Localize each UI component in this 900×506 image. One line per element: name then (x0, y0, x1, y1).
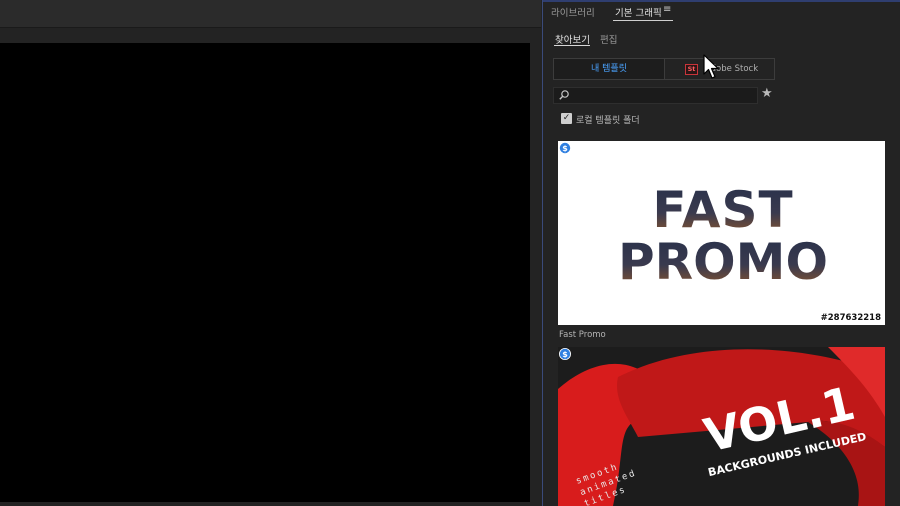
search-field[interactable] (553, 87, 758, 104)
fast-promo-line-2: PROMO (618, 233, 828, 291)
tab-libraries[interactable]: 라이브러리 (551, 5, 595, 19)
local-folder-checkbox[interactable]: ✓ (561, 113, 572, 124)
program-monitor-video[interactable] (0, 43, 530, 502)
svg-text:$: $ (562, 144, 568, 153)
dollar-icon: $ (559, 142, 571, 154)
stock-id-label: #287632218 (820, 313, 881, 323)
active-subtab-underline (554, 45, 590, 46)
subtab-browse[interactable]: 찾아보기 (555, 32, 590, 46)
program-monitor-panel (0, 0, 541, 506)
vol-1-title-art: VOL.1 BACKGROUNDS INCLUDED smooth animat… (558, 347, 885, 506)
essential-graphics-panel: 라이브러리 기본 그래픽 ≡ 찾아보기 편집 내 템플릿 St Adobe St… (542, 0, 900, 506)
program-monitor-header (0, 0, 541, 28)
fast-promo-line-1: FAST (652, 181, 793, 239)
template-thumbnail-vol-1[interactable]: VOL.1 BACKGROUNDS INCLUDED smooth animat… (558, 347, 885, 506)
dollar-icon: $ (559, 348, 571, 360)
subtab-edit[interactable]: 편집 (600, 32, 617, 46)
local-folder-label: 로컬 템플릿 폴더 (576, 116, 640, 126)
panel-menu-icon[interactable]: ≡ (663, 4, 671, 15)
search-icon (559, 90, 569, 100)
active-panel-highlight (543, 0, 900, 2)
fast-promo-title-art: FAST PROMO (618, 181, 828, 291)
svg-text:$: $ (562, 350, 568, 359)
template-thumbnail-fast-promo[interactable]: FAST PROMO #287632218 (558, 141, 885, 325)
star-icon[interactable]: ★ (761, 86, 773, 101)
tab-essential-graphics[interactable]: 기본 그래픽 (615, 5, 662, 19)
my-templates-button[interactable]: 내 템플릿 (553, 58, 665, 80)
header-divider (0, 27, 541, 28)
template-name-label: Fast Promo (559, 330, 606, 340)
search-input[interactable] (572, 88, 752, 103)
premiere-workspace: 라이브러리 기본 그래픽 ≡ 찾아보기 편집 내 템플릿 St Adobe St… (0, 0, 900, 506)
active-tab-underline (613, 20, 673, 21)
mouse-cursor-icon (703, 54, 719, 79)
adobe-stock-icon: St (685, 64, 698, 75)
